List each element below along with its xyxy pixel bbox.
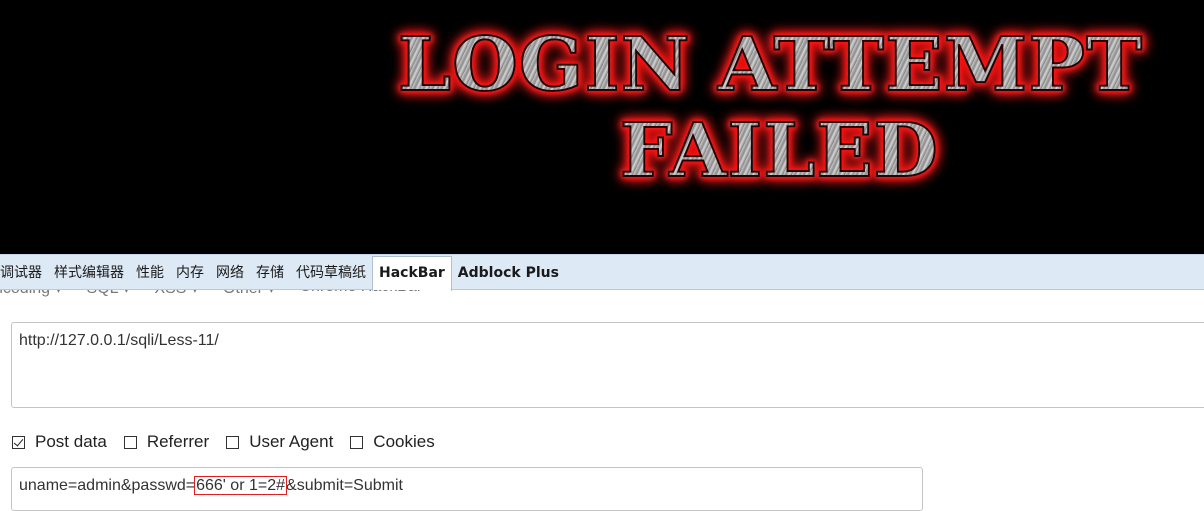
login-failed-banner: LOGIN ATTEMPT FAILED [0, 0, 1204, 254]
request-options: Post data Referrer User Agent Cookies [12, 430, 452, 454]
banner-title-line-1: LOGIN ATTEMPT [397, 21, 1144, 109]
url-value: http://127.0.0.1/sqli/Less-11/ [19, 332, 219, 349]
menu-sql[interactable]: SQL ▾ [87, 290, 131, 298]
referrer-label: Referrer [146, 432, 210, 451]
banner-title-line-2: FAILED [619, 107, 939, 195]
tab-hackbar[interactable]: HackBar [372, 256, 452, 291]
tab-adblock-plus[interactable]: Adblock Plus [452, 256, 565, 290]
cookies-option[interactable]: Cookies [350, 432, 435, 452]
post-data-suffix: &submit=Submit [286, 477, 403, 494]
post-data-checkbox[interactable] [12, 435, 25, 449]
tab-performance[interactable]: 性能 [130, 256, 170, 290]
menu-chrome-hackbar[interactable]: Chrome HackBar [299, 290, 422, 298]
tab-storage[interactable]: 存储 [250, 256, 290, 290]
injection-payload-highlight: 666' or 1=2# [194, 476, 288, 495]
post-data-option[interactable]: Post data [12, 432, 107, 452]
tab-memory[interactable]: 内存 [170, 256, 210, 290]
referrer-option[interactable]: Referrer [123, 432, 210, 452]
user-agent-checkbox[interactable] [226, 435, 240, 449]
devtools-tabs: 调试器 样式编辑器 性能 内存 网络 存储 代码草稿纸 HackBar Adbl… [0, 255, 565, 291]
tab-style-editor[interactable]: 样式编辑器 [48, 256, 130, 290]
menu-encoding[interactable]: ncoding ▾ [0, 290, 63, 298]
referrer-checkbox[interactable] [123, 435, 137, 449]
hackbar-menu-row: ncoding ▾ SQL ▾ XSS ▾ Other ▾ Chrome Hac… [0, 290, 1204, 300]
post-data-label: Post data [35, 432, 107, 451]
tab-network[interactable]: 网络 [210, 256, 250, 290]
menu-other[interactable]: Other ▾ [223, 290, 276, 298]
url-textarea[interactable]: http://127.0.0.1/sqli/Less-11/ [11, 322, 1204, 408]
cookies-label: Cookies [373, 432, 435, 451]
user-agent-label: User Agent [249, 432, 334, 451]
user-agent-option[interactable]: User Agent [226, 432, 333, 452]
post-data-value: uname=admin&passwd=666' or 1=2#&submit=S… [19, 476, 403, 495]
tab-scratchpad[interactable]: 代码草稿纸 [290, 256, 372, 290]
devtools-tab-bar: 调试器 样式编辑器 性能 内存 网络 存储 代码草稿纸 HackBar Adbl… [0, 254, 1204, 291]
cookies-checkbox[interactable] [350, 435, 364, 449]
post-data-prefix: uname=admin&passwd= [19, 477, 196, 494]
tab-debugger[interactable]: 调试器 [0, 256, 48, 290]
menu-xss[interactable]: XSS ▾ [154, 290, 199, 298]
post-data-field[interactable]: uname=admin&passwd=666' or 1=2#&submit=S… [11, 467, 923, 511]
